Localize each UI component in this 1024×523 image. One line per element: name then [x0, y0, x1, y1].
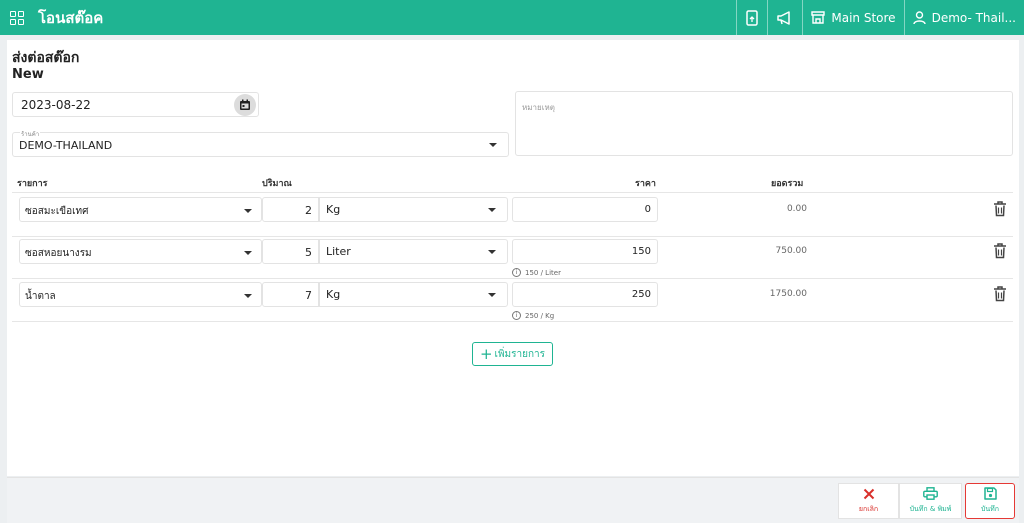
save-and-print-label: บันทึก & พิมพ์ — [909, 505, 952, 513]
document-status: New — [12, 67, 44, 82]
save-and-print-button[interactable]: บันทึก & พิมพ์ — [899, 483, 962, 519]
user-icon — [912, 10, 926, 25]
item-name: ซอสมะเขือเทศ — [25, 206, 89, 217]
note-placeholder: หมายเหตุ — [522, 103, 555, 112]
page-title: ส่งต่อสต๊อก — [12, 50, 80, 66]
save-button[interactable]: บันทึก — [965, 483, 1015, 519]
unit-select[interactable]: Kg — [319, 282, 508, 307]
column-header-qty: ปริมาณ — [262, 179, 292, 189]
info-icon: i — [512, 268, 521, 277]
date-field[interactable]: 2023-08-22 — [12, 92, 259, 117]
close-icon — [863, 488, 874, 499]
chevron-down-icon — [244, 209, 252, 213]
quantity-input[interactable]: 5 — [262, 239, 319, 264]
price-input[interactable]: 250 — [512, 282, 658, 307]
item-name: ซอสหอยนางรม — [25, 248, 92, 259]
app-title: โอนสต๊อค — [38, 8, 104, 27]
divider — [12, 321, 1013, 322]
divider — [12, 278, 1013, 279]
user-name: Demo- Thail... — [931, 10, 1016, 25]
price-value: 250 — [631, 289, 651, 300]
row-total: 1750.00 — [769, 289, 807, 299]
unit-price-text: 150 / Liter — [525, 268, 561, 277]
divider — [12, 192, 1013, 193]
save-icon — [983, 487, 997, 500]
cancel-button[interactable]: ยกเลิก — [838, 483, 899, 519]
chevron-down-icon — [488, 293, 496, 297]
quantity-value: 5 — [305, 246, 312, 259]
cancel-label: ยกเลิก — [858, 504, 879, 513]
top-bar-actions: Main Store Demo- Thail... — [736, 0, 1024, 35]
printer-icon — [923, 487, 938, 500]
user-menu[interactable]: Demo- Thail... — [903, 0, 1024, 35]
item-name: น้ำตาล — [25, 291, 56, 302]
store-selector[interactable]: Main Store — [802, 0, 903, 35]
item-select[interactable]: ซอสหอยนางรม — [19, 239, 262, 264]
unit-value: Kg — [326, 288, 341, 301]
price-input[interactable]: 0 — [512, 197, 658, 222]
chevron-down-icon — [488, 208, 496, 212]
top-bar: โอนสต๊อค Main Store Demo- Thail... — [0, 0, 1024, 35]
price-value: 150 — [631, 246, 651, 257]
trash-icon[interactable] — [993, 243, 1007, 259]
unit-select[interactable]: Liter — [319, 239, 508, 264]
add-item-label: เพิ่มรายการ — [494, 348, 546, 360]
trash-icon[interactable] — [993, 286, 1007, 302]
divider — [12, 236, 1013, 237]
transfer-form-card: ส่งต่อสต๊อก New 2023-08-22 ร้านค้า DEMO-… — [7, 40, 1019, 476]
unit-price-hint: i 150 / Liter — [512, 268, 561, 277]
store-icon — [811, 11, 826, 24]
store-select-label: ร้านค้า — [20, 129, 41, 139]
footer-action-bar: ยกเลิก บันทึก & พิมพ์ บันทึก — [7, 477, 1019, 523]
unit-value: Kg — [326, 203, 341, 216]
quantity-value: 7 — [305, 289, 312, 302]
quantity-value: 2 — [305, 204, 312, 217]
note-textarea[interactable]: หมายเหตุ — [515, 91, 1013, 156]
unit-price-text: 250 / Kg — [525, 311, 555, 320]
row-total: 0.00 — [786, 204, 807, 214]
quantity-input[interactable]: 2 — [262, 197, 319, 222]
column-header-total: ยอดรวม — [771, 179, 804, 189]
item-select[interactable]: น้ำตาล — [19, 282, 262, 307]
mobile-transfer-icon[interactable] — [736, 0, 767, 35]
save-label: บันทึก — [980, 505, 1000, 513]
column-header-price: ราคา — [635, 179, 656, 189]
megaphone-icon[interactable] — [767, 0, 802, 35]
chevron-down-icon — [244, 294, 252, 298]
calendar-icon[interactable] — [234, 94, 256, 116]
unit-select[interactable]: Kg — [319, 197, 508, 222]
apps-icon[interactable] — [0, 0, 34, 35]
plus-icon: + — [479, 344, 493, 363]
store-name: Main Store — [831, 10, 896, 25]
item-select[interactable]: ซอสมะเขือเทศ — [19, 197, 262, 222]
quantity-input[interactable]: 7 — [262, 282, 319, 307]
price-input[interactable]: 150 — [512, 239, 658, 264]
unit-price-hint: i 250 / Kg — [512, 311, 554, 320]
store-select-value: DEMO-THAILAND — [19, 139, 113, 152]
add-item-button[interactable]: + เพิ่มรายการ — [472, 342, 553, 366]
store-select[interactable]: ร้านค้า DEMO-THAILAND — [12, 129, 509, 157]
chevron-down-icon — [489, 143, 497, 147]
info-icon: i — [512, 311, 521, 320]
row-total: 750.00 — [775, 246, 808, 256]
price-value: 0 — [644, 204, 651, 215]
date-value: 2023-08-22 — [21, 98, 91, 112]
chevron-down-icon — [244, 251, 252, 255]
trash-icon[interactable] — [993, 201, 1007, 217]
chevron-down-icon — [488, 250, 496, 254]
column-header-item: รายการ — [17, 179, 48, 189]
unit-value: Liter — [326, 245, 351, 258]
